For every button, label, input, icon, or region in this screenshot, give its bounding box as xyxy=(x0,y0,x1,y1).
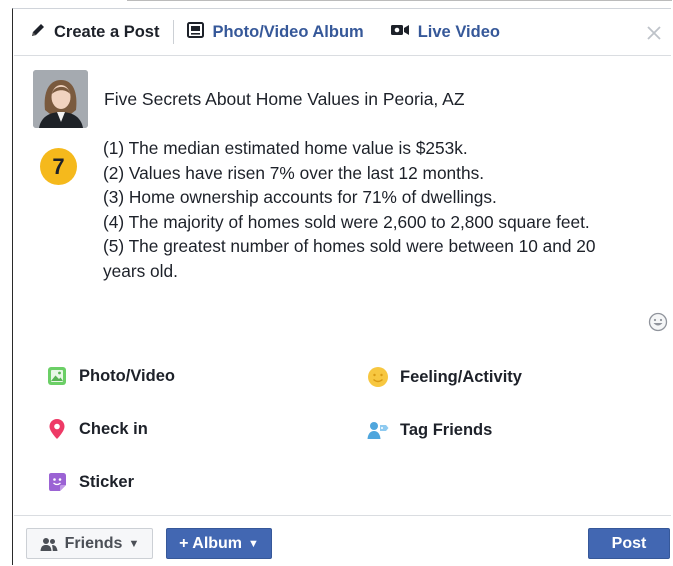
photo-icon xyxy=(46,365,68,387)
close-icon[interactable] xyxy=(643,21,665,43)
post-button-label: Post xyxy=(611,534,647,552)
album-icon xyxy=(187,21,205,43)
tab-photo-video-album[interactable]: Photo/Video Album xyxy=(187,9,364,55)
composer-tab-bar: Create a Post Photo/Video Album Live Vid… xyxy=(14,9,671,56)
tag-people-icon xyxy=(367,419,389,441)
tab-separator xyxy=(173,20,175,44)
video-camera-icon xyxy=(390,23,410,42)
audience-selector-button[interactable]: Friends ▼ xyxy=(26,528,153,559)
post-button[interactable]: Post xyxy=(588,528,670,559)
smiley-face-icon xyxy=(367,366,389,388)
feeling-activity-option[interactable]: Feeling/Activity xyxy=(367,366,522,388)
composer-footer: Friends ▼ + Album ▼ Post xyxy=(14,515,671,566)
emoji-picker-icon[interactable] xyxy=(648,312,668,332)
tab-create-post-label: Create a Post xyxy=(54,22,160,41)
friends-icon xyxy=(40,537,58,551)
post-line: (5) The greatest number of homes sold we… xyxy=(103,236,596,281)
tab-live-video-label: Live Video xyxy=(417,22,500,41)
sticker-option-label: Sticker xyxy=(79,472,135,491)
add-album-label: + Album xyxy=(179,534,243,552)
photo-video-option[interactable]: Photo/Video xyxy=(46,365,175,387)
post-body-text[interactable]: (1) The median estimated home value is $… xyxy=(103,136,623,283)
feeling-activity-option-label: Feeling/Activity xyxy=(400,367,522,386)
check-in-option-label: Check in xyxy=(79,419,148,438)
post-title[interactable]: Five Secrets About Home Values in Peoria… xyxy=(104,89,465,110)
sticker-icon xyxy=(46,471,68,493)
post-line: (2) Values have risen 7% over the last 1… xyxy=(103,162,485,183)
pencil-icon xyxy=(30,22,46,43)
check-in-option[interactable]: Check in xyxy=(46,418,148,440)
post-line: (1) The median estimated home value is $… xyxy=(103,138,468,158)
add-album-button[interactable]: + Album ▼ xyxy=(166,528,272,559)
tab-create-post[interactable]: Create a Post xyxy=(30,9,159,55)
step-number-badge: 7 xyxy=(40,148,77,185)
photo-video-option-label: Photo/Video xyxy=(79,366,175,385)
post-line: (4) The majority of homes sold were 2,60… xyxy=(103,211,590,232)
avatar xyxy=(33,70,88,128)
tag-friends-option[interactable]: Tag Friends xyxy=(367,419,492,441)
tag-friends-option-label: Tag Friends xyxy=(400,420,493,439)
location-pin-icon xyxy=(46,418,68,440)
audience-selector-label: Friends xyxy=(64,534,123,552)
tab-live-video[interactable]: Live Video xyxy=(390,9,500,55)
post-line: (3) Home ownership accounts for 71% of d… xyxy=(103,187,497,207)
tab-photo-video-album-label: Photo/Video Album xyxy=(212,22,364,41)
sticker-option[interactable]: Sticker xyxy=(46,471,134,493)
caret-down-icon: ▼ xyxy=(248,537,259,550)
caret-down-icon: ▼ xyxy=(128,537,140,550)
